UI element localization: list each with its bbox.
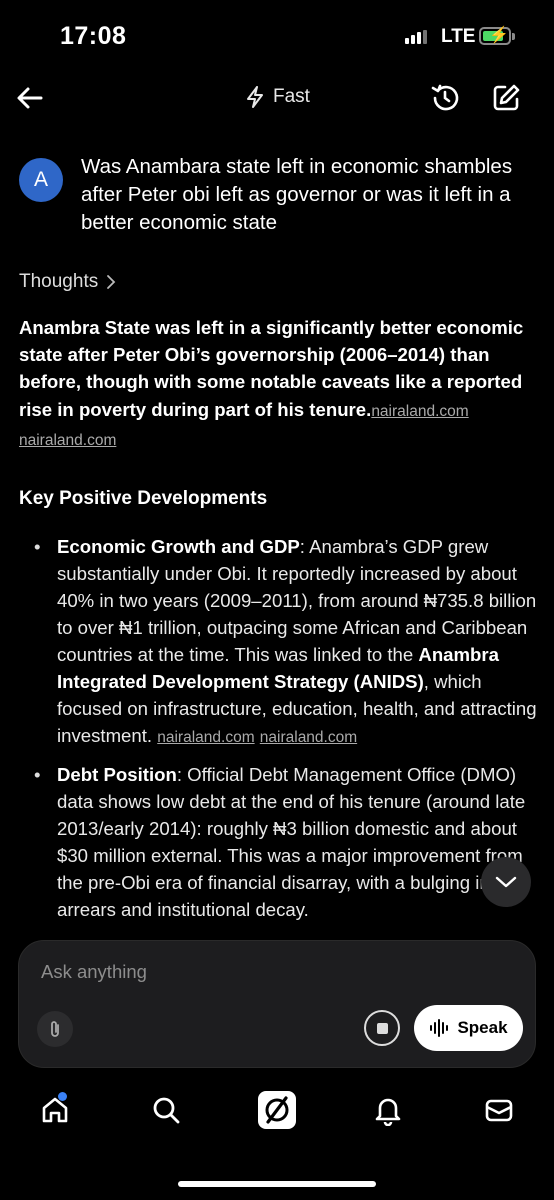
- chevron-right-icon: [107, 275, 116, 289]
- mode-selector[interactable]: Fast: [245, 86, 310, 108]
- section-heading: Key Positive Developments: [19, 488, 268, 509]
- history-icon[interactable]: [429, 82, 461, 114]
- thoughts-label: Thoughts: [19, 271, 99, 292]
- mode-label: Fast: [273, 86, 310, 107]
- tab-bar: [0, 1088, 554, 1148]
- battery-icon: ⚡: [479, 27, 515, 45]
- tab-search[interactable]: [144, 1088, 188, 1132]
- new-chat-icon[interactable]: [490, 82, 522, 114]
- search-icon: [153, 1097, 180, 1124]
- stop-button[interactable]: [364, 1010, 400, 1046]
- list-item: Economic Growth and GDP: Anambra’s GDP g…: [19, 533, 539, 751]
- speak-label: Speak: [457, 1018, 508, 1037]
- source-link[interactable]: nairaland.com: [371, 403, 468, 420]
- tab-home[interactable]: [33, 1088, 77, 1132]
- attach-button[interactable]: [37, 1011, 73, 1047]
- stop-icon: [376, 1022, 388, 1034]
- bullet-text: : Official Debt Management Office (DMO) …: [57, 764, 526, 920]
- status-time: 17:08: [60, 22, 127, 50]
- top-bar: Fast: [0, 70, 554, 126]
- bullet-title: Economic Growth and GDP: [57, 536, 300, 557]
- signal-icon: [405, 30, 427, 44]
- speak-button[interactable]: Speak: [414, 1005, 523, 1051]
- home-icon: [42, 1097, 68, 1123]
- answer-summary: Anambra State was left in a significantl…: [19, 314, 539, 454]
- user-question: Was Anambara state left in economic sham…: [81, 155, 513, 234]
- tab-messages[interactable]: [477, 1088, 521, 1132]
- tab-grok[interactable]: [255, 1088, 299, 1132]
- bullet-title: Debt Position: [57, 764, 177, 785]
- ask-input[interactable]: Ask anything: [41, 961, 147, 983]
- chevron-down-icon: [495, 876, 517, 888]
- waveform-icon: [430, 1019, 449, 1037]
- composer: Ask anything Speak: [18, 940, 536, 1068]
- grok-logo-icon: [258, 1091, 296, 1129]
- thoughts-toggle[interactable]: Thoughts: [19, 271, 116, 293]
- bell-icon: [375, 1098, 401, 1126]
- user-avatar: A: [19, 158, 63, 202]
- source-link[interactable]: nairaland.com: [157, 729, 254, 746]
- source-link[interactable]: nairaland.com: [19, 432, 116, 449]
- scroll-to-bottom-button[interactable]: [481, 857, 531, 907]
- source-link[interactable]: nairaland.com: [260, 729, 357, 746]
- back-arrow-icon[interactable]: [14, 82, 46, 114]
- tab-notifications[interactable]: [366, 1088, 410, 1132]
- paperclip-icon: [51, 1021, 59, 1037]
- status-bar: 17:08 LTE ⚡: [0, 0, 554, 70]
- notification-dot: [58, 1092, 67, 1101]
- network-label: LTE: [441, 26, 476, 47]
- lightning-icon: [247, 86, 263, 108]
- home-indicator: [178, 1181, 376, 1187]
- list-item: Debt Position: Official Debt Management …: [19, 761, 539, 923]
- bullet-list: Economic Growth and GDP: Anambra’s GDP g…: [19, 533, 539, 933]
- mail-icon: [485, 1099, 513, 1122]
